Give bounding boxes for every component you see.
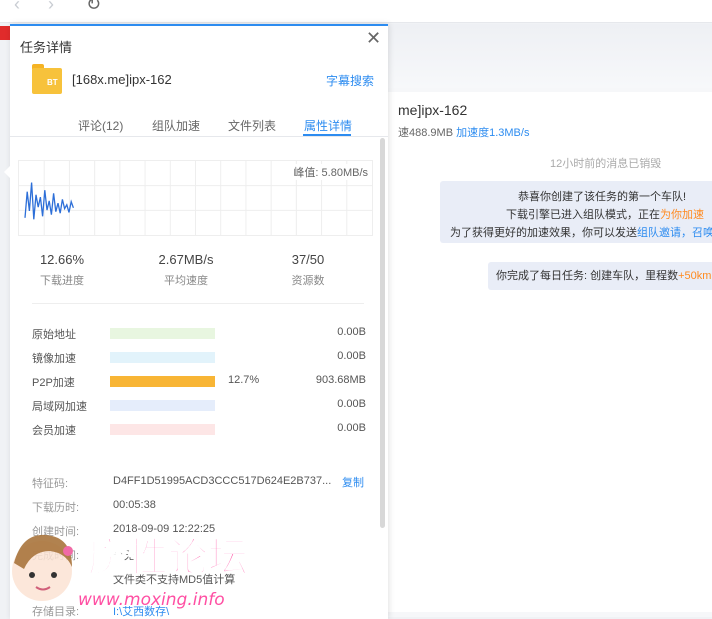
panel-pointer <box>4 166 10 178</box>
tab-properties[interactable]: 属性详情 <box>304 117 352 134</box>
hash-value: D4FF1D51995ACD3CCC517D624E2B737... <box>113 475 332 487</box>
detail-tabs: 评论(12) 组队加速 文件列表 属性详情 <box>10 114 388 137</box>
tab-comments[interactable]: 评论(12) <box>78 117 123 134</box>
source-row-origin: 原始地址 0.00B <box>32 326 366 341</box>
side-accent-marker <box>0 26 10 40</box>
source-row-mirror: 镜像加速 0.00B <box>32 350 366 365</box>
hash-label: 特征码: <box>32 478 69 490</box>
message-bubble-team: 恭喜你创建了该任务的第一个车队! 下载引擎已进入组队模式，正在为你加速 为了获得… <box>440 181 712 243</box>
elapsed-label: 下载历时: <box>32 502 80 514</box>
chat-card: me]ipx-162 速488.9MB 加速度1.3MB/s 12小时前的消息已… <box>370 92 712 612</box>
stat-resources: 37/50 资源数 <box>291 252 325 287</box>
active-tab-indicator <box>303 134 351 136</box>
watermark-title: 魔性论坛 <box>88 535 248 581</box>
panel-scrollbar[interactable] <box>380 138 385 528</box>
source-row-lan: 局域网加速 0.00B <box>32 398 366 413</box>
browser-toolbar: ‹ › ↻ <box>0 0 712 23</box>
refresh-icon[interactable]: ↻ <box>86 0 101 15</box>
elapsed-value: 00:05:38 <box>113 499 156 511</box>
panel-title: 任务详情 <box>20 40 73 55</box>
chat-area: me]ipx-162 速488.9MB 加速度1.3MB/s 12小时前的消息已… <box>360 24 712 617</box>
speed-series-line <box>24 182 75 220</box>
stat-avg-speed: 2.67MB/s 平均速度 <box>158 252 214 287</box>
tab-team-accel[interactable]: 组队加速 <box>152 117 200 134</box>
peak-speed-label: 峰值: 5.80MB/s <box>289 164 368 180</box>
chevron-right-icon[interactable]: › <box>48 0 54 15</box>
subtitle-search-link[interactable]: 字幕搜索 <box>326 72 374 89</box>
chat-task-title: me]ipx-162 <box>398 102 468 118</box>
speed-chart: 峰值: 5.80MB/s <box>18 160 373 236</box>
source-row-p2p: P2P加速 12.7% 903.68MB <box>32 374 366 389</box>
task-filename: [168x.me]ipx-162 <box>72 72 172 87</box>
chat-task-stats: 速488.9MB 加速度1.3MB/s <box>398 127 530 139</box>
invite-link[interactable]: 组队邀请，召唤 <box>637 227 712 239</box>
watermark-url: www.moxing.info <box>78 590 225 610</box>
chat-header-band <box>360 24 712 88</box>
source-bar-fill <box>110 376 215 387</box>
divider <box>32 303 364 304</box>
watermark-logo: 魔性论坛 www.moxing.info <box>12 534 249 610</box>
tab-file-list[interactable]: 文件列表 <box>228 117 276 134</box>
stat-progress: 12.66% 下载进度 <box>39 252 85 287</box>
close-icon[interactable]: ✕ <box>366 28 381 49</box>
message-destroyed-notice: 12小时前的消息已销毁 <box>550 158 662 170</box>
message-bubble-daily: 你完成了每日任务: 创建车队，里程数+50km <box>488 262 712 290</box>
chevron-left-icon[interactable]: ‹ <box>14 0 20 15</box>
copy-hash-button[interactable]: 复制 <box>342 474 364 490</box>
folder-bt-icon: BT <box>32 64 62 94</box>
source-row-vip: 会员加速 0.00B <box>32 422 366 437</box>
